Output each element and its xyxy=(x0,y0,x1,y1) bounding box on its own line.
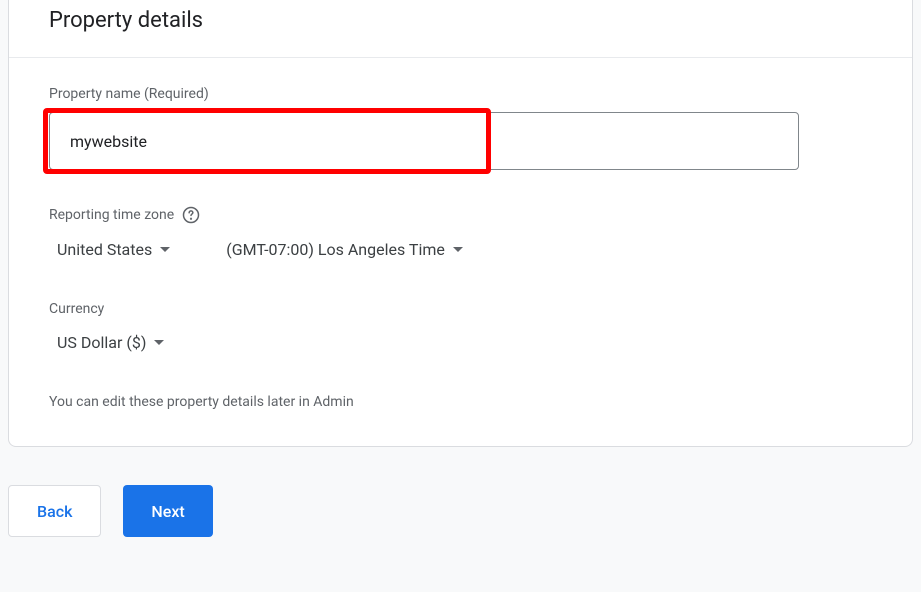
timezone-dropdowns: United States (GMT-07:00) Los Angeles Ti… xyxy=(49,234,872,265)
country-dropdown[interactable]: United States xyxy=(49,234,178,265)
property-details-card: Property details Property name (Required… xyxy=(8,0,913,447)
hint-text: You can edit these property details late… xyxy=(49,394,872,410)
property-name-input[interactable] xyxy=(49,112,799,170)
property-name-section: Property name (Required) xyxy=(49,86,872,170)
currency-label: Currency xyxy=(49,301,872,317)
currency-value: US Dollar ($) xyxy=(57,333,146,352)
footer-buttons: Back Next xyxy=(0,447,921,545)
currency-dropdown-row: US Dollar ($) xyxy=(49,327,872,358)
property-name-label: Property name (Required) xyxy=(49,86,872,102)
country-value: United States xyxy=(57,240,152,259)
timezone-section: Reporting time zone United States (GMT-0… xyxy=(49,206,872,265)
back-button[interactable]: Back xyxy=(8,485,101,537)
property-name-input-wrap xyxy=(49,112,799,170)
help-icon[interactable] xyxy=(182,206,200,224)
chevron-down-icon xyxy=(154,340,164,345)
timezone-dropdown[interactable]: (GMT-07:00) Los Angeles Time xyxy=(218,234,471,265)
next-button[interactable]: Next xyxy=(123,485,212,537)
card-header: Property details xyxy=(9,0,912,58)
card-body: Property name (Required) Reporting time … xyxy=(9,58,912,446)
timezone-value: (GMT-07:00) Los Angeles Time xyxy=(226,240,445,259)
currency-dropdown[interactable]: US Dollar ($) xyxy=(49,327,172,358)
timezone-label-text: Reporting time zone xyxy=(49,207,174,223)
chevron-down-icon xyxy=(160,247,170,252)
page-title: Property details xyxy=(49,0,872,33)
timezone-label: Reporting time zone xyxy=(49,206,872,224)
chevron-down-icon xyxy=(453,247,463,252)
currency-section: Currency US Dollar ($) xyxy=(49,301,872,358)
